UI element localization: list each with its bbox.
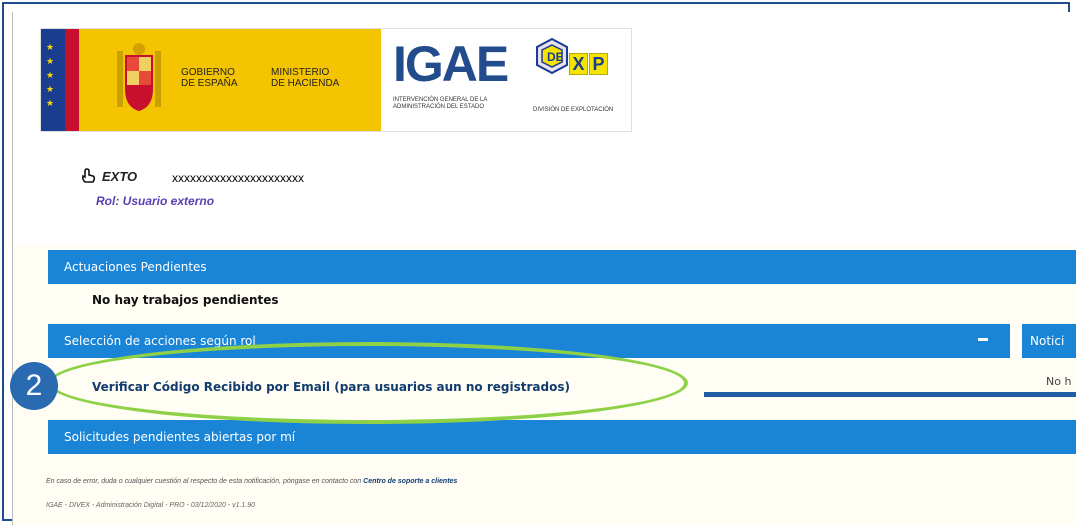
user-role: Rol: Usuario externo	[96, 194, 215, 208]
eu-flag-icon: ★ ★ ★ ★ ★	[41, 29, 65, 131]
user-prefix: EXTO	[102, 168, 138, 184]
dexp-cube-icon: DE	[536, 37, 568, 75]
igae-logo: IGAE INTERVENCIÓN GENERAL DE LA ADMINIST…	[393, 35, 523, 125]
spain-coat-of-arms-icon	[117, 43, 161, 111]
user-name: xxxxxxxxxxxxxxxxxxxxxx	[172, 171, 304, 185]
ministerio-label: MINISTERIO DE HACIENDA	[271, 67, 340, 89]
version-footer: IGAE - DIVEX - Administración Digital - …	[46, 502, 256, 509]
dexp-subtitle: DIVISIÓN DE EXPLOTACIÓN	[533, 107, 614, 113]
dexp-letter: P	[589, 53, 608, 75]
dexp-logo: DE X P DIVISIÓN DE EXPLOTACIÓN	[533, 35, 629, 125]
help-footer: En caso de error, duda o cualquier cuest…	[46, 478, 457, 485]
noticias-header[interactable]: Notici	[1022, 324, 1076, 358]
dexp-letter: X	[569, 53, 588, 75]
gobierno-label: GOBIERNO DE ESPAÑA	[181, 67, 238, 89]
dexp-letters: X P	[569, 53, 608, 75]
help-text: En caso de error, duda o cualquier cuest…	[46, 478, 362, 485]
no-pending-work-text: No hay trabajos pendientes	[92, 293, 279, 307]
logo-banner: ★ ★ ★ ★ ★ GOBIERNO DE ESPAÑA MINISTERIO DE H…	[40, 28, 632, 132]
panel-title: Notici	[1030, 334, 1065, 348]
igae-wordmark: IGAE	[393, 36, 509, 92]
user-info: EXTO	[80, 168, 137, 184]
actuaciones-pendientes-header[interactable]: Actuaciones Pendientes	[48, 250, 1076, 284]
collapse-minus-icon[interactable]	[978, 338, 988, 341]
solicitudes-pendientes-header[interactable]: Solicitudes pendientes abiertas por mí	[48, 420, 1076, 454]
igae-subtitle: INTERVENCIÓN GENERAL DE LA ADMINISTRACIÓ…	[393, 97, 488, 110]
noticias-body-text: No h	[1046, 375, 1072, 388]
spain-flag-stripe	[65, 29, 79, 131]
panel-title: Actuaciones Pendientes	[64, 260, 207, 274]
support-center-link[interactable]: Centro de soporte a clientes	[363, 478, 457, 485]
connector-line	[704, 392, 1076, 397]
gobierno-band: ★ ★ ★ ★ ★ GOBIERNO DE ESPAÑA MINISTERIO DE H…	[41, 29, 381, 131]
hand-pointer-icon	[81, 168, 96, 183]
step-number-badge: 2	[10, 362, 58, 410]
highlight-ellipse	[48, 342, 688, 424]
svg-text:DE: DE	[547, 50, 564, 64]
panel-title: Solicitudes pendientes abiertas por mí	[64, 430, 296, 444]
